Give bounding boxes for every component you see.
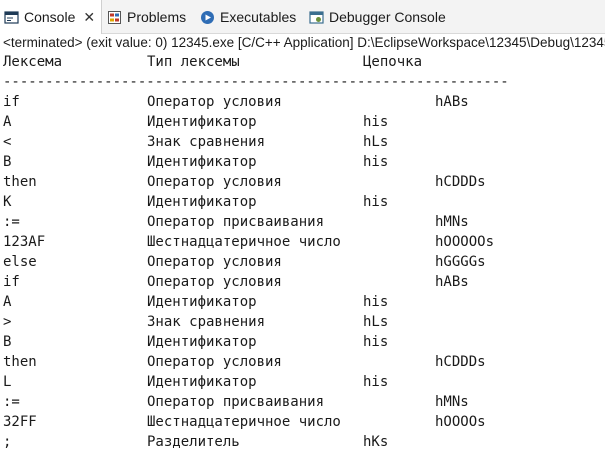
lexeme-cell: A <box>3 114 12 130</box>
table-divider: ----------------------------------------… <box>3 74 508 90</box>
lexeme-type-cell: Оператор условия <box>147 274 282 290</box>
chain-cell: hCDDDs <box>435 174 486 190</box>
lexeme-type-cell: Оператор условия <box>147 94 282 110</box>
tab-problems[interactable]: Problems <box>107 0 186 34</box>
lexeme-type-cell: Шестнадцатеричное число <box>147 414 341 430</box>
lexeme-cell: < <box>3 134 12 150</box>
console-icon <box>4 10 19 25</box>
tab-executables[interactable]: Executables <box>200 0 296 34</box>
tab-debugger-console[interactable]: Debugger Console <box>309 0 446 34</box>
lexeme-cell: then <box>3 354 37 370</box>
console-tab-bar: Console ✕ Problems Executables Debugger … <box>0 0 605 34</box>
debugger-console-icon <box>309 10 324 25</box>
chain-cell: hCDDDs <box>435 354 486 370</box>
lexeme-cell: ; <box>3 434 12 450</box>
chain-cell: his <box>363 334 389 350</box>
chain-cell: his <box>363 194 389 210</box>
chain-cell: his <box>363 374 389 390</box>
chain-cell: hOOOOOs <box>435 234 495 250</box>
chain-cell: his <box>363 114 389 130</box>
lexeme-type-cell: Идентификатор <box>147 114 257 130</box>
lexeme-type-cell: Идентификатор <box>147 294 257 310</box>
lexeme-type-cell: Шестнадцатеричное число <box>147 234 341 250</box>
process-status-line: <terminated> (exit value: 0) 12345.exe [… <box>3 35 605 50</box>
chain-cell: hABs <box>435 274 469 290</box>
lexeme-type-cell: Оператор условия <box>147 254 282 270</box>
lexeme-cell: if <box>3 274 20 290</box>
table-row: ; Разделитель hKs <box>0 432 605 452</box>
table-row: 123AF Шестнадцатеричное число hOOOOOs <box>0 232 605 252</box>
lexeme-cell: B <box>3 334 12 350</box>
lexeme-cell: 32FF <box>3 414 37 430</box>
lexeme-cell: := <box>3 214 20 230</box>
chain-cell: hMNs <box>435 394 469 410</box>
lexeme-cell: := <box>3 394 20 410</box>
table-row: := Оператор присваивания hMNs <box>0 392 605 412</box>
chain-cell: hGGGGs <box>435 254 486 270</box>
table-row: else Оператор условия hGGGGs <box>0 252 605 272</box>
tab-label: Problems <box>127 9 187 25</box>
table-row: A Идентификатор his <box>0 112 605 132</box>
table-row: > Знак сравнения hLs <box>0 312 605 332</box>
chain-cell: hABs <box>435 94 469 110</box>
lexeme-cell: if <box>3 94 20 110</box>
tab-console[interactable]: Console ✕ <box>0 0 102 34</box>
table-row: if Оператор условия hABs <box>0 272 605 292</box>
chain-cell: hMNs <box>435 214 469 230</box>
lexeme-type-cell: Оператор условия <box>147 354 282 370</box>
lexeme-type-cell: Знак сравнения <box>147 314 266 330</box>
header-chain: Цепочка <box>363 54 423 70</box>
lexeme-type-cell: Разделитель <box>147 434 240 450</box>
lexeme-cell: A <box>3 294 12 310</box>
lexeme-cell: K <box>3 194 12 210</box>
lexeme-type-cell: Идентификатор <box>147 374 257 390</box>
lexeme-type-cell: Оператор присваивания <box>147 214 325 230</box>
lexeme-type-cell: Знак сравнения <box>147 134 266 150</box>
chain-cell: hOOOOs <box>435 414 486 430</box>
table-row: K Идентификатор his <box>0 192 605 212</box>
executables-icon <box>200 10 215 25</box>
problems-icon <box>107 10 122 25</box>
table-row: if Оператор условия hABs <box>0 92 605 112</box>
chain-cell: hKs <box>363 434 389 450</box>
lexeme-type-cell: Идентификатор <box>147 154 257 170</box>
table-row: < Знак сравнения hLs <box>0 132 605 152</box>
table-row: then Оператор условия hCDDDs <box>0 352 605 372</box>
lexeme-cell: > <box>3 314 12 330</box>
table-row: B Идентификатор his <box>0 332 605 352</box>
tab-label: Console <box>24 9 76 25</box>
chain-cell: his <box>363 154 389 170</box>
table-row: then Оператор условия hCDDDs <box>0 172 605 192</box>
header-lexeme-type: Тип лексемы <box>147 54 240 70</box>
lexeme-cell: 123AF <box>3 234 46 250</box>
lexeme-type-cell: Идентификатор <box>147 334 257 350</box>
lexeme-type-cell: Оператор условия <box>147 174 282 190</box>
table-header: Лексема Тип лексемы Цепочка <box>0 52 605 72</box>
close-icon[interactable]: ✕ <box>83 9 95 26</box>
console-output[interactable]: Лексема Тип лексемы Цепочка ---------------… <box>0 52 605 464</box>
table-row: := Оператор присваивания hMNs <box>0 212 605 232</box>
chain-cell: hLs <box>363 314 389 330</box>
lexeme-cell: L <box>3 374 12 390</box>
tab-label: Executables <box>220 9 297 25</box>
table-row: L Идентификатор his <box>0 372 605 392</box>
tab-label: Debugger Console <box>329 9 446 25</box>
lexeme-cell: else <box>3 254 37 270</box>
table-row: A Идентификатор his <box>0 292 605 312</box>
chain-cell: his <box>363 294 389 310</box>
lexeme-cell: then <box>3 174 37 190</box>
chain-cell: hLs <box>363 134 389 150</box>
lexeme-type-cell: Идентификатор <box>147 194 257 210</box>
lexeme-cell: B <box>3 154 12 170</box>
table-row: B Идентификатор his <box>0 152 605 172</box>
lexeme-type-cell: Оператор присваивания <box>147 394 325 410</box>
table-row: 32FF Шестнадцатеричное число hOOOOs <box>0 412 605 432</box>
header-lexeme: Лексема <box>3 54 63 70</box>
